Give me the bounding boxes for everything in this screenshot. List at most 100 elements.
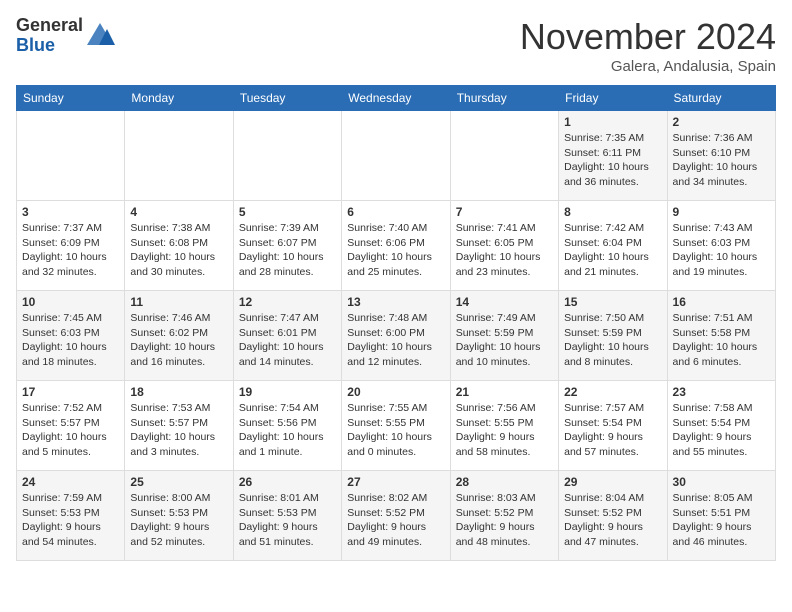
calendar-day-cell: 19 Sunrise: 7:54 AMSunset: 5:56 PMDayligh…: [233, 381, 341, 471]
day-of-week-header: Saturday: [667, 86, 775, 111]
location: Galera, Andalusia, Spain: [520, 58, 776, 75]
header-row: SundayMondayTuesdayWednesdayThursdayFrid…: [17, 86, 776, 111]
day-number: 8: [564, 205, 661, 219]
day-number: 13: [347, 295, 444, 309]
day-of-week-header: Thursday: [450, 86, 558, 111]
calendar-day-cell: 13 Sunrise: 7:48 AMSunset: 6:00 PMDayligh…: [342, 291, 450, 381]
day-info: Sunrise: 7:49 AMSunset: 5:59 PMDaylight:…: [456, 311, 553, 370]
calendar-day-cell: [17, 111, 125, 201]
day-info: Sunrise: 7:43 AMSunset: 6:03 PMDaylight:…: [673, 221, 770, 280]
day-number: 23: [673, 385, 770, 399]
calendar-week-row: 10 Sunrise: 7:45 AMSunset: 6:03 PMDayligh…: [17, 291, 776, 381]
calendar-day-cell: 8 Sunrise: 7:42 AMSunset: 6:04 PMDaylight…: [559, 201, 667, 291]
day-number: 19: [239, 385, 336, 399]
day-number: 6: [347, 205, 444, 219]
day-info: Sunrise: 7:41 AMSunset: 6:05 PMDaylight:…: [456, 221, 553, 280]
day-of-week-header: Monday: [125, 86, 233, 111]
calendar-day-cell: 10 Sunrise: 7:45 AMSunset: 6:03 PMDayligh…: [17, 291, 125, 381]
title-block: November 2024 Galera, Andalusia, Spain: [520, 16, 776, 75]
day-of-week-header: Tuesday: [233, 86, 341, 111]
day-info: Sunrise: 7:36 AMSunset: 6:10 PMDaylight:…: [673, 131, 770, 190]
calendar-day-cell: [342, 111, 450, 201]
month-title: November 2024: [520, 16, 776, 58]
day-info: Sunrise: 8:01 AMSunset: 5:53 PMDaylight:…: [239, 491, 336, 550]
calendar-week-row: 17 Sunrise: 7:52 AMSunset: 5:57 PMDayligh…: [17, 381, 776, 471]
day-number: 2: [673, 115, 770, 129]
logo: General Blue: [16, 16, 115, 56]
day-info: Sunrise: 8:03 AMSunset: 5:52 PMDaylight:…: [456, 491, 553, 550]
calendar-day-cell: 3 Sunrise: 7:37 AMSunset: 6:09 PMDaylight…: [17, 201, 125, 291]
day-info: Sunrise: 7:53 AMSunset: 5:57 PMDaylight:…: [130, 401, 227, 460]
calendar-week-row: 24 Sunrise: 7:59 AMSunset: 5:53 PMDayligh…: [17, 471, 776, 561]
calendar-day-cell: 4 Sunrise: 7:38 AMSunset: 6:08 PMDaylight…: [125, 201, 233, 291]
logo-blue-text: Blue: [16, 36, 83, 56]
day-of-week-header: Friday: [559, 86, 667, 111]
logo-icon: [85, 21, 115, 51]
day-info: Sunrise: 7:51 AMSunset: 5:58 PMDaylight:…: [673, 311, 770, 370]
day-info: Sunrise: 7:52 AMSunset: 5:57 PMDaylight:…: [22, 401, 119, 460]
calendar-day-cell: 24 Sunrise: 7:59 AMSunset: 5:53 PMDayligh…: [17, 471, 125, 561]
day-info: Sunrise: 8:00 AMSunset: 5:53 PMDaylight:…: [130, 491, 227, 550]
calendar-day-cell: [450, 111, 558, 201]
day-number: 9: [673, 205, 770, 219]
day-info: Sunrise: 7:40 AMSunset: 6:06 PMDaylight:…: [347, 221, 444, 280]
calendar-day-cell: 5 Sunrise: 7:39 AMSunset: 6:07 PMDaylight…: [233, 201, 341, 291]
calendar-body: 1Sunrise: 7:35 AMSunset: 6:11 PMDaylight…: [17, 111, 776, 561]
day-number: 3: [22, 205, 119, 219]
day-number: 10: [22, 295, 119, 309]
calendar-day-cell: 6 Sunrise: 7:40 AMSunset: 6:06 PMDaylight…: [342, 201, 450, 291]
day-number: 4: [130, 205, 227, 219]
calendar-header: SundayMondayTuesdayWednesdayThursdayFrid…: [17, 86, 776, 111]
day-number: 24: [22, 475, 119, 489]
page-header: General Blue November 2024 Galera, Andal…: [16, 16, 776, 75]
day-info: Sunrise: 7:45 AMSunset: 6:03 PMDaylight:…: [22, 311, 119, 370]
day-info: Sunrise: 7:58 AMSunset: 5:54 PMDaylight:…: [673, 401, 770, 460]
calendar-day-cell: 11 Sunrise: 7:46 AMSunset: 6:02 PMDayligh…: [125, 291, 233, 381]
calendar-day-cell: 23 Sunrise: 7:58 AMSunset: 5:54 PMDayligh…: [667, 381, 775, 471]
day-number: 16: [673, 295, 770, 309]
calendar-day-cell: 2 Sunrise: 7:36 AMSunset: 6:10 PMDaylight…: [667, 111, 775, 201]
day-number: 28: [456, 475, 553, 489]
day-info: Sunrise: 7:39 AMSunset: 6:07 PMDaylight:…: [239, 221, 336, 280]
day-number: 7: [456, 205, 553, 219]
calendar-table: SundayMondayTuesdayWednesdayThursdayFrid…: [16, 85, 776, 561]
day-number: 29: [564, 475, 661, 489]
day-number: 14: [456, 295, 553, 309]
day-number: 18: [130, 385, 227, 399]
day-info: Sunrise: 7:47 AMSunset: 6:01 PMDaylight:…: [239, 311, 336, 370]
day-info: Sunrise: 7:37 AMSunset: 6:09 PMDaylight:…: [22, 221, 119, 280]
calendar-day-cell: 15Sunrise: 7:50 AMSunset: 5:59 PMDayligh…: [559, 291, 667, 381]
day-info: Sunrise: 7:50 AMSunset: 5:59 PMDaylight:…: [564, 311, 661, 370]
day-info: Sunrise: 7:46 AMSunset: 6:02 PMDaylight:…: [130, 311, 227, 370]
day-number: 26: [239, 475, 336, 489]
day-number: 22: [564, 385, 661, 399]
calendar-day-cell: 16 Sunrise: 7:51 AMSunset: 5:58 PMDayligh…: [667, 291, 775, 381]
day-number: 25: [130, 475, 227, 489]
calendar-day-cell: 18 Sunrise: 7:53 AMSunset: 5:57 PMDayligh…: [125, 381, 233, 471]
day-info: Sunrise: 7:54 AMSunset: 5:56 PMDaylight:…: [239, 401, 336, 460]
day-info: Sunrise: 8:05 AMSunset: 5:51 PMDaylight:…: [673, 491, 770, 550]
calendar-day-cell: 27Sunrise: 8:02 AMSunset: 5:52 PMDayligh…: [342, 471, 450, 561]
calendar-day-cell: [233, 111, 341, 201]
logo-general-text: General: [16, 16, 83, 36]
day-number: 17: [22, 385, 119, 399]
day-of-week-header: Wednesday: [342, 86, 450, 111]
day-info: Sunrise: 7:42 AMSunset: 6:04 PMDaylight:…: [564, 221, 661, 280]
day-number: 12: [239, 295, 336, 309]
day-info: Sunrise: 7:38 AMSunset: 6:08 PMDaylight:…: [130, 221, 227, 280]
calendar-day-cell: 9 Sunrise: 7:43 AMSunset: 6:03 PMDaylight…: [667, 201, 775, 291]
day-info: Sunrise: 7:59 AMSunset: 5:53 PMDaylight:…: [22, 491, 119, 550]
day-number: 21: [456, 385, 553, 399]
calendar-day-cell: 17 Sunrise: 7:52 AMSunset: 5:57 PMDayligh…: [17, 381, 125, 471]
day-number: 11: [130, 295, 227, 309]
day-info: Sunrise: 8:02 AMSunset: 5:52 PMDaylight:…: [347, 491, 444, 550]
day-info: Sunrise: 7:48 AMSunset: 6:00 PMDaylight:…: [347, 311, 444, 370]
day-number: 5: [239, 205, 336, 219]
day-info: Sunrise: 7:55 AMSunset: 5:55 PMDaylight:…: [347, 401, 444, 460]
day-info: Sunrise: 7:56 AMSunset: 5:55 PMDaylight:…: [456, 401, 553, 460]
calendar-day-cell: 14 Sunrise: 7:49 AMSunset: 5:59 PMDayligh…: [450, 291, 558, 381]
day-number: 30: [673, 475, 770, 489]
day-number: 20: [347, 385, 444, 399]
calendar-week-row: 3 Sunrise: 7:37 AMSunset: 6:09 PMDaylight…: [17, 201, 776, 291]
day-info: Sunrise: 7:57 AMSunset: 5:54 PMDaylight:…: [564, 401, 661, 460]
